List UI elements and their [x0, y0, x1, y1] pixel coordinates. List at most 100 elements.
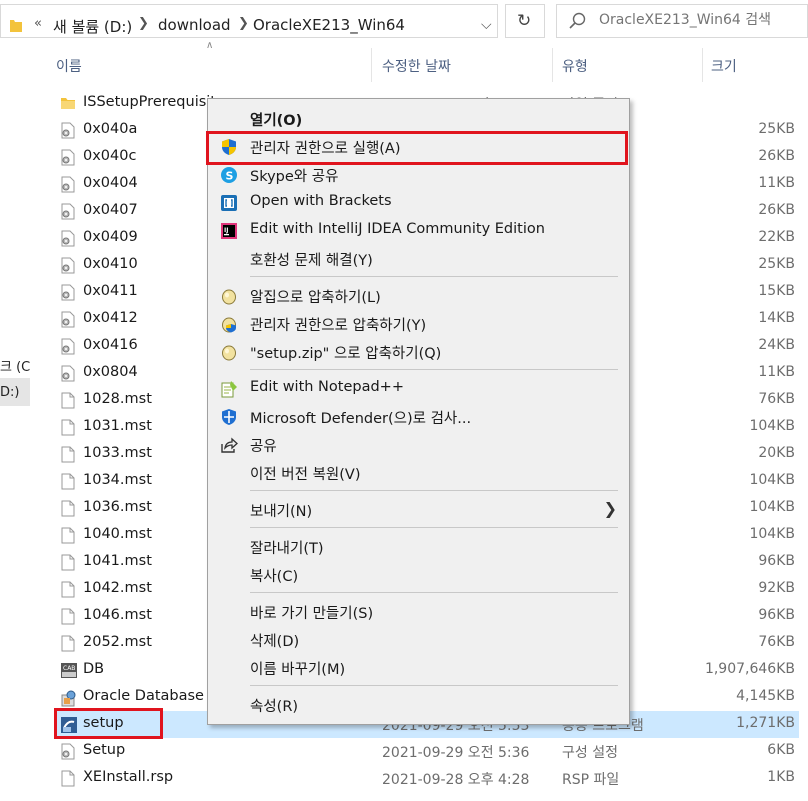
- file-size: 1,907,646KB: [704, 661, 795, 677]
- file-size: 1KB: [767, 769, 795, 785]
- search-input[interactable]: [597, 11, 801, 29]
- menu-item[interactable]: Edit with Notepad++: [208, 375, 629, 403]
- alzip-icon: [220, 343, 238, 361]
- menu-item-label: Edit with IntelliJ IDEA Community Editio…: [250, 221, 545, 237]
- file-name: 0x0404: [83, 175, 138, 191]
- menu-item[interactable]: 알집으로 압축하기(L): [208, 282, 629, 310]
- column-header-date[interactable]: 수정한 날짜: [382, 48, 552, 84]
- menu-item-label: 관리자 권한으로 압축하기(Y): [250, 318, 427, 334]
- menu-item[interactable]: IJ Edit with IntelliJ IDEA Community Edit…: [208, 217, 629, 245]
- menu-item[interactable]: 관리자 권한으로 압축하기(Y): [208, 310, 629, 338]
- file-name: 1041.mst: [83, 553, 152, 569]
- file-size: 11KB: [758, 364, 795, 380]
- refresh-icon: ↻: [517, 11, 532, 31]
- column-divider[interactable]: [702, 48, 703, 82]
- context-menu: 열기(O) 관리자 권한으로 실행(A) S Skype와 공유 Open with B…: [206, 98, 630, 725]
- search-icon: [569, 12, 586, 29]
- settings-file-icon: [60, 176, 76, 193]
- settings-file-icon: [60, 230, 76, 247]
- menu-item[interactable]: 잘라내기(T): [208, 533, 629, 561]
- menu-item-label: 호환성 문제 해결(Y): [250, 253, 373, 269]
- blank-file-icon: [60, 581, 76, 598]
- menu-separator: [250, 592, 618, 593]
- menu-item[interactable]: 보내기(N) ❯: [208, 496, 629, 524]
- menu-item[interactable]: 관리자 권한으로 실행(A): [206, 131, 629, 165]
- settings-file-icon: [60, 149, 76, 166]
- menu-item[interactable]: Microsoft Defender(으)로 검사...: [208, 403, 629, 431]
- chevron-right-icon[interactable]: ❯: [238, 16, 249, 31]
- file-row[interactable]: XEInstall.rsp 2021-09-28 오후 4:28 RSP 파일 1KB: [56, 765, 799, 792]
- menu-item[interactable]: 복사(C): [208, 561, 629, 589]
- menu-item-label: 공유: [250, 439, 277, 455]
- menu-item[interactable]: 바로 가기 만들기(S): [208, 598, 629, 626]
- address-bar-region: « 새 볼륨 (D:) ❯ download ❯ OracleXE213_Win…: [0, 0, 808, 44]
- file-name: 0x0409: [83, 229, 138, 245]
- menu-item-label: 잘라내기(T): [250, 541, 324, 557]
- menu-item-label: Edit with Notepad++: [250, 379, 404, 395]
- file-size: 104KB: [749, 418, 795, 434]
- menu-item[interactable]: 공유: [208, 431, 629, 459]
- menu-item[interactable]: 열기(O): [208, 105, 629, 133]
- file-name: 1046.mst: [83, 607, 152, 623]
- column-header-name-label: 이름: [56, 59, 82, 75]
- file-name: 0x0410: [83, 256, 138, 272]
- menu-item[interactable]: 이전 버전 복원(V): [208, 459, 629, 487]
- column-header-type[interactable]: 유형: [562, 48, 702, 84]
- intellij-icon: IJ: [220, 222, 238, 240]
- menu-item[interactable]: 이름 바꾸기(M): [208, 654, 629, 682]
- menu-separator: [250, 527, 618, 528]
- column-divider[interactable]: [371, 48, 372, 82]
- address-bar[interactable]: « 새 볼륨 (D:) ❯ download ❯ OracleXE213_Win…: [0, 4, 498, 38]
- chevron-right-icon[interactable]: ❯: [138, 16, 149, 31]
- file-name: 1040.mst: [83, 526, 152, 542]
- blank-file-icon: [60, 770, 76, 787]
- menu-item-label: Microsoft Defender(으)로 검사...: [250, 411, 472, 427]
- file-size: 25KB: [758, 256, 795, 272]
- breadcrumb-current-folder[interactable]: OracleXE213_Win64: [253, 16, 405, 34]
- menu-separator: [250, 276, 618, 277]
- file-date: 2021-09-29 오전 5:36: [382, 745, 530, 761]
- menu-separator: [250, 685, 618, 686]
- menu-item-label: Skype와 공유: [250, 169, 339, 185]
- settings-file-icon: [60, 122, 76, 139]
- column-divider[interactable]: [552, 48, 553, 82]
- blank-file-icon: [60, 554, 76, 571]
- file-name: 0x0411: [83, 283, 138, 299]
- file-row[interactable]: Setup 2021-09-29 오전 5:36 구성 설정 6KB: [56, 738, 799, 765]
- column-header-size-label: 크기: [711, 59, 737, 75]
- blank-file-icon: [60, 473, 76, 490]
- menu-item[interactable]: "setup.zip" 으로 압축하기(Q): [208, 338, 629, 366]
- file-name: 1028.mst: [83, 391, 152, 407]
- column-header-name[interactable]: 이름: [56, 48, 371, 84]
- blank-file-icon: [60, 446, 76, 463]
- file-name: 0x0407: [83, 202, 138, 218]
- alzip-shield-icon: [220, 315, 238, 333]
- refresh-button[interactable]: ↻: [505, 4, 545, 38]
- alzip-icon: [220, 287, 238, 305]
- file-name: 0x0804: [83, 364, 138, 380]
- menu-item-label: 열기(O): [250, 113, 303, 129]
- chevron-down-icon[interactable]: ⌵: [481, 17, 492, 33]
- file-size: 22KB: [758, 229, 795, 245]
- menu-item[interactable]: 속성(R): [208, 691, 629, 719]
- file-name: 1036.mst: [83, 499, 152, 515]
- menu-item[interactable]: Open with Brackets: [208, 189, 629, 217]
- column-header-size[interactable]: 크기: [711, 48, 801, 84]
- file-size: 92KB: [758, 580, 795, 596]
- settings-file-icon: [60, 284, 76, 301]
- file-size: 24KB: [758, 337, 795, 353]
- nav-item-drive-d-label: D:): [0, 385, 20, 400]
- nav-item-drive-c[interactable]: 크 (C: [0, 356, 30, 375]
- menu-item[interactable]: 호환성 문제 해결(Y): [208, 245, 629, 273]
- settings-file-icon: [60, 338, 76, 355]
- breadcrumb-drive[interactable]: 새 볼륨 (D:): [53, 16, 132, 37]
- breadcrumb-download[interactable]: download: [158, 16, 231, 34]
- menu-item[interactable]: 삭제(D): [208, 626, 629, 654]
- svg-text:CAB: CAB: [63, 665, 75, 672]
- search-box[interactable]: [556, 4, 808, 38]
- settings-file-icon: [60, 311, 76, 328]
- file-size: 1,271KB: [736, 715, 795, 731]
- back-chevron-icon[interactable]: «: [34, 16, 42, 31]
- run-as-admin-highlight-box: [206, 131, 628, 165]
- menu-item[interactable]: S Skype와 공유: [208, 161, 629, 189]
